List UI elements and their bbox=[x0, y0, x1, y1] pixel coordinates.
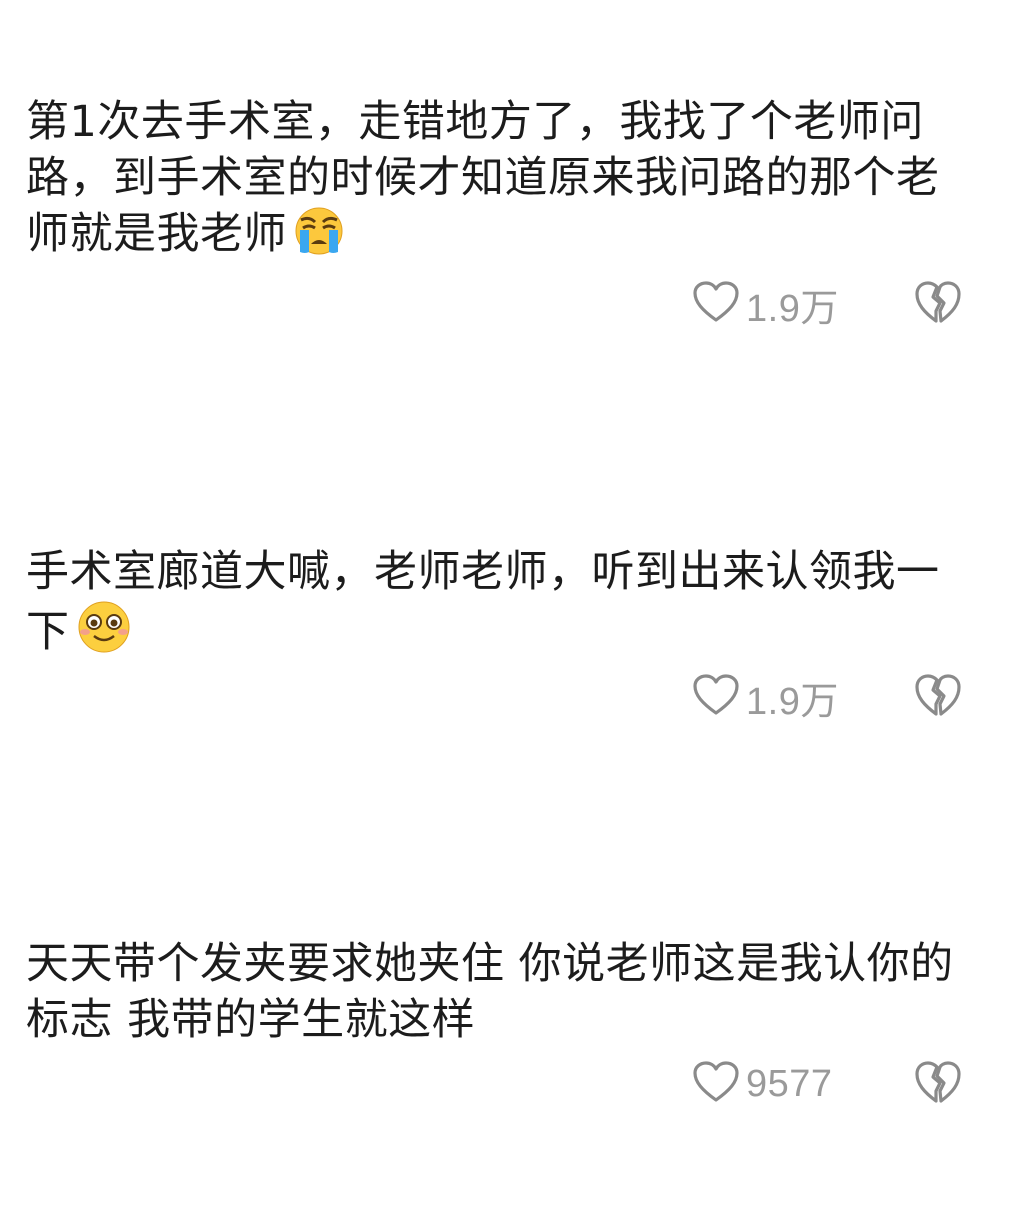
comment-body: 手术室廊道大喊，老师老师，听到出来认领我一下 bbox=[26, 544, 966, 668]
comment-body: 第1次去手术室，走错地方了，我找了个老师问路，到手术室的时候才知道原来我问路的那… bbox=[26, 94, 966, 270]
like-button[interactable]: 9577 bbox=[692, 1056, 833, 1112]
comment-text: 天天带个发夹要求她夹住 你说老师这是我认你的标志 我带的学生就这样 bbox=[26, 939, 954, 1045]
dislike-button[interactable] bbox=[914, 672, 962, 722]
comment-actions: 9577 bbox=[0, 1056, 1014, 1112]
heart-outline-icon bbox=[692, 280, 740, 328]
crying-face-emoji bbox=[291, 206, 347, 270]
like-count: 1.9万 bbox=[746, 680, 839, 723]
comment-actions: 1.9万 bbox=[0, 669, 1014, 725]
shy-smiling-face-emoji bbox=[74, 600, 134, 668]
like-button[interactable]: 1.9万 bbox=[692, 669, 839, 725]
dislike-button[interactable] bbox=[914, 279, 962, 329]
comment-body: 天天带个发夹要求她夹住 你说老师这是我认你的标志 我带的学生就这样 bbox=[26, 936, 966, 1048]
comment-actions: 1.9万 bbox=[0, 276, 1014, 332]
dislike-button[interactable] bbox=[914, 1059, 962, 1109]
heart-outline-icon bbox=[692, 1060, 740, 1108]
comment-text: 手术室廊道大喊，老师老师，听到出来认领我一下 bbox=[26, 547, 940, 657]
broken-heart-icon bbox=[914, 1061, 962, 1109]
broken-heart-icon bbox=[914, 281, 962, 329]
like-button[interactable]: 1.9万 bbox=[692, 276, 839, 332]
like-count: 1.9万 bbox=[746, 287, 839, 330]
comment-text: 第1次去手术室，走错地方了，我找了个老师问路，到手术室的时候才知道原来我问路的那… bbox=[26, 97, 940, 259]
broken-heart-icon bbox=[914, 674, 962, 722]
heart-outline-icon bbox=[692, 673, 740, 721]
like-count: 9577 bbox=[746, 1062, 833, 1105]
